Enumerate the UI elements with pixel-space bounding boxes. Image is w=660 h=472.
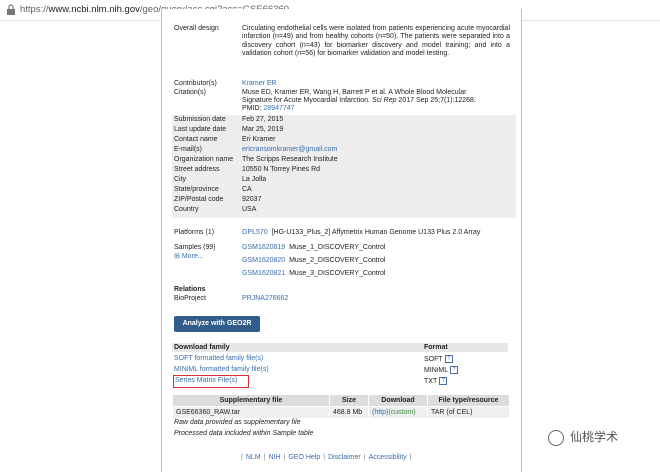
lock-icon [7, 4, 15, 15]
help-icon[interactable]: ? [450, 366, 459, 374]
submission-date-value: Feb 27, 2015 [242, 116, 284, 123]
relations-heading: Relations [174, 286, 206, 293]
email-link[interactable]: ericransomkramer@gmail.com [242, 146, 337, 154]
help-icon[interactable]: ? [444, 355, 453, 363]
miniml-format: MINiML? [424, 366, 459, 375]
overall-design-label: Overall design [174, 25, 219, 32]
last-update-label: Last update date [174, 126, 227, 133]
samples-label: Samples (99) [174, 244, 216, 251]
filetype-header: File type/resource [427, 394, 510, 407]
city-label: City [174, 176, 187, 183]
pmid-link[interactable]: 28947747 [263, 105, 294, 112]
email-label: E-mail(s) [174, 146, 202, 153]
country-label: Country [174, 206, 199, 213]
contact-name-value: Eri Kramer [242, 136, 276, 143]
sample-row: GSM1620820 Muse_2_DISCOVERY_Control [242, 257, 386, 264]
street-label: Street address [174, 166, 220, 173]
http-link[interactable]: (http) [372, 409, 388, 416]
overall-design-text: Circulating endothelial cells were isola… [242, 25, 510, 58]
platform-row: GPL570 [HG-U133_Plus_2] Affymetrix Human… [242, 229, 481, 236]
state-value: CA [242, 186, 252, 193]
download-header: Download [368, 394, 428, 407]
supp-file-size: 468.8 Mb [329, 406, 369, 419]
platforms-label: Platforms (1) [174, 229, 215, 236]
expand-icon: ⊞ [174, 253, 180, 260]
watermark-logo-icon [548, 429, 564, 446]
supplementary-table: Supplementary file Size Download File ty… [172, 394, 510, 419]
organization-label: Organization name [174, 156, 234, 163]
zip-value: 92037 [242, 196, 262, 203]
state-label: State/province [174, 186, 219, 193]
format-col: Format [424, 344, 448, 351]
footer-links: | NLM | NIH | GEO Help | Disclaimer | Accessibili… [241, 454, 412, 461]
download-family-col: Download family [174, 344, 230, 351]
country-value: USA [242, 206, 257, 213]
city-value: La Jolla [242, 176, 267, 183]
organization-value: The Scripps Research Institute [242, 156, 338, 163]
soft-family-link[interactable]: SOFT formatted family file(s) [174, 355, 263, 363]
contact-name-label: Contact name [174, 136, 218, 143]
txt-format: TXT? [424, 377, 448, 386]
supp-file-type: TAR (of CEL) [427, 406, 510, 419]
bioproject-link[interactable]: PRJNA276662 [242, 295, 288, 303]
series-matrix-link[interactable]: Series Matrix File(s) [175, 377, 237, 385]
sample-link[interactable]: GSM1620821 [242, 270, 285, 277]
street-value: 10550 N Torrey Pines Rd [242, 166, 321, 173]
platform-link[interactable]: GPL570 [242, 229, 268, 236]
sample-link[interactable]: GSM1620819 [242, 244, 285, 251]
samples-more-link[interactable]: ⊞ More... [174, 253, 204, 261]
soft-format: SOFT? [424, 355, 453, 364]
contributors-label: Contributor(s) [174, 80, 217, 87]
contributor-link[interactable]: Kramer ER [242, 80, 277, 88]
zip-label: ZIP/Postal code [174, 196, 224, 203]
last-update-value: Mar 25, 2019 [242, 126, 284, 133]
footer-link-nlm[interactable]: NLM [246, 454, 261, 461]
help-icon[interactable]: ? [439, 377, 448, 385]
citation-label: Citation(s) [174, 89, 206, 96]
bioproject-label: BioProject [174, 295, 206, 302]
analyze-geo2r-button[interactable]: Analyze with GEO2R [174, 316, 260, 332]
footer-link-accessibility[interactable]: Accessibility [369, 454, 407, 461]
supp-note-processed: Processed data included within Sample ta… [174, 430, 314, 437]
submission-date-label: Submission date [174, 116, 226, 123]
footer-link-geo-help[interactable]: GEO Help [288, 454, 320, 461]
size-header: Size [329, 394, 369, 407]
table-row: GSE66360_RAW.tar 468.8 Mb (http)(custom)… [172, 406, 510, 419]
supp-note-raw: Raw data provided as supplementary file [174, 419, 301, 426]
footer-link-disclaimer[interactable]: Disclaimer [328, 454, 361, 461]
supp-file-header: Supplementary file [172, 394, 330, 407]
watermark: 仙桃学术 [548, 428, 618, 446]
supp-download-links: (http)(custom) [368, 406, 428, 419]
supp-file-name: GSE66360_RAW.tar [172, 406, 330, 419]
citation-pmid: PMID: 28947747 [242, 105, 295, 112]
geo-series-page: Overall design Circulating endothelial c… [161, 9, 522, 472]
sample-link[interactable]: GSM1620820 [242, 257, 285, 264]
custom-link[interactable]: (custom) [388, 409, 415, 416]
sample-row: GSM1620819 Muse_1_DISCOVERY_Control [242, 244, 386, 251]
footer-link-nih[interactable]: NIH [268, 454, 280, 461]
sample-row: GSM1620821 Muse_3_DISCOVERY_Control [242, 270, 386, 277]
miniml-family-link[interactable]: MINiML formatted family file(s) [174, 366, 269, 374]
